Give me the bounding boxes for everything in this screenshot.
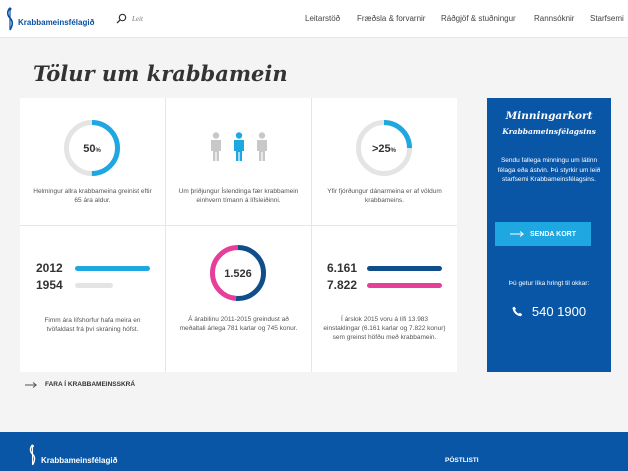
logo-text: Krabbameinsfélagið [18, 17, 95, 27]
phone-number-text: 540 1900 [531, 304, 587, 319]
nav-item-starfsemi[interactable]: Starfsemi [590, 14, 624, 23]
stats-grid: 50% Helmingur allra krabbameina greinist… [20, 98, 457, 372]
registry-link-label: FARA Í KRABBAMEINSSKRÁ [45, 381, 136, 388]
registry-link[interactable]: FARA Í KRABBAMEINSSKRÁ [25, 381, 135, 388]
nav-item-fraedsla[interactable]: Fræðsla & forvarnir [357, 14, 425, 23]
send-card-button[interactable]: SENDA KORT [495, 222, 591, 246]
memorial-card-panel: Minningarkort Krabbameinsfélagsins Sendu… [487, 98, 611, 372]
phone-icon [512, 306, 523, 317]
stat-caption: Helmingur allra krabbameina greinist eft… [33, 188, 152, 204]
stat-value-50: 50% [83, 143, 101, 155]
stat-ring-25: >25% [356, 120, 412, 176]
arrow-right-icon [509, 231, 524, 237]
ribbon-logo-icon [6, 7, 14, 31]
men-bar [367, 266, 442, 271]
year-label: 2012 [36, 261, 63, 275]
person-icon [234, 132, 244, 161]
stat-card-over-65: 50% Helmingur allra krabbameina greinist… [20, 98, 165, 225]
survival-bar [75, 283, 113, 288]
search-icon[interactable] [116, 13, 127, 24]
site-header: Krabbameinsfélagið Leitarstöð Fræðsla & … [0, 0, 628, 38]
people-figures [209, 132, 269, 162]
stat-caption: Fimm ára lífshorfur hafa meira en tvöfal… [44, 317, 141, 333]
nav-item-radgjof[interactable]: Ráðgjöf & stuðningur [441, 14, 516, 23]
stat-caption: Yfir fjórðungur dánarmeina er af völdum … [327, 188, 442, 204]
nav-item-rannsoknir[interactable]: Rannsóknir [534, 14, 574, 23]
footer-logo[interactable]: Krabbameinsfélagið [28, 443, 117, 467]
stat-ring-50: 50% [64, 120, 120, 176]
search-input[interactable] [132, 14, 192, 23]
women-count: 7.822 [327, 278, 358, 292]
stat-card-living: 6.161 7.822 Í árslok 2015 voru á lífi 13… [312, 226, 457, 372]
card-title: Minningarkort [505, 110, 593, 122]
stat-value-25: >25% [372, 143, 397, 155]
person-icon [257, 132, 267, 161]
card-text: Sendu fallega minningu um látinn félaga … [497, 157, 601, 183]
page-title: Tölur um krabbamein [33, 61, 288, 86]
site-footer: Krabbameinsfélagið PÓSTLISTI [0, 432, 628, 471]
person-icon [211, 132, 221, 161]
send-card-label: SENDA KORT [529, 230, 577, 238]
phone-number[interactable]: 540 1900 [487, 304, 611, 319]
stat-card-annual: 1.526 Á árabilinu 2011-2015 greindust að… [166, 226, 311, 372]
stat-value-total: 1.526 [224, 268, 252, 280]
survival-bar [75, 266, 150, 271]
stat-ring-gender: 1.526 [210, 245, 266, 301]
stat-caption: Um þriðjungur Íslendinga fær krabbamein … [178, 188, 299, 204]
year-label: 1954 [36, 278, 63, 292]
stat-card-survival: 2012 1954 Fimm ára lífshorfur hafa meira… [20, 226, 165, 372]
arrow-right-icon [25, 381, 37, 388]
search-box[interactable] [116, 13, 192, 24]
stat-caption: Á árabilinu 2011-2015 greindust að meðal… [179, 316, 298, 332]
call-prompt: Þú getur líka hringt til okkar: [508, 280, 590, 287]
site-logo[interactable]: Krabbameinsfélagið [5, 7, 94, 31]
nav-item-leitarstod[interactable]: Leitarstöð [305, 14, 340, 23]
card-subtitle: Krabbameinsfélagsins [502, 127, 596, 136]
women-bar [367, 283, 442, 288]
newsletter-heading: PÓSTLISTI [445, 457, 479, 464]
men-count: 6.161 [327, 261, 358, 275]
stat-card-death-causes: >25% Yfir fjórðungur dánarmeina er af vö… [312, 98, 457, 225]
stat-caption: Í árslok 2015 voru á lífi 13.983 einstak… [323, 316, 446, 341]
footer-logo-text: Krabbameinsfélagið [41, 455, 118, 465]
ribbon-logo-icon [29, 444, 36, 466]
stat-card-one-third: Um þriðjungur Íslendinga fær krabbamein … [166, 98, 311, 225]
